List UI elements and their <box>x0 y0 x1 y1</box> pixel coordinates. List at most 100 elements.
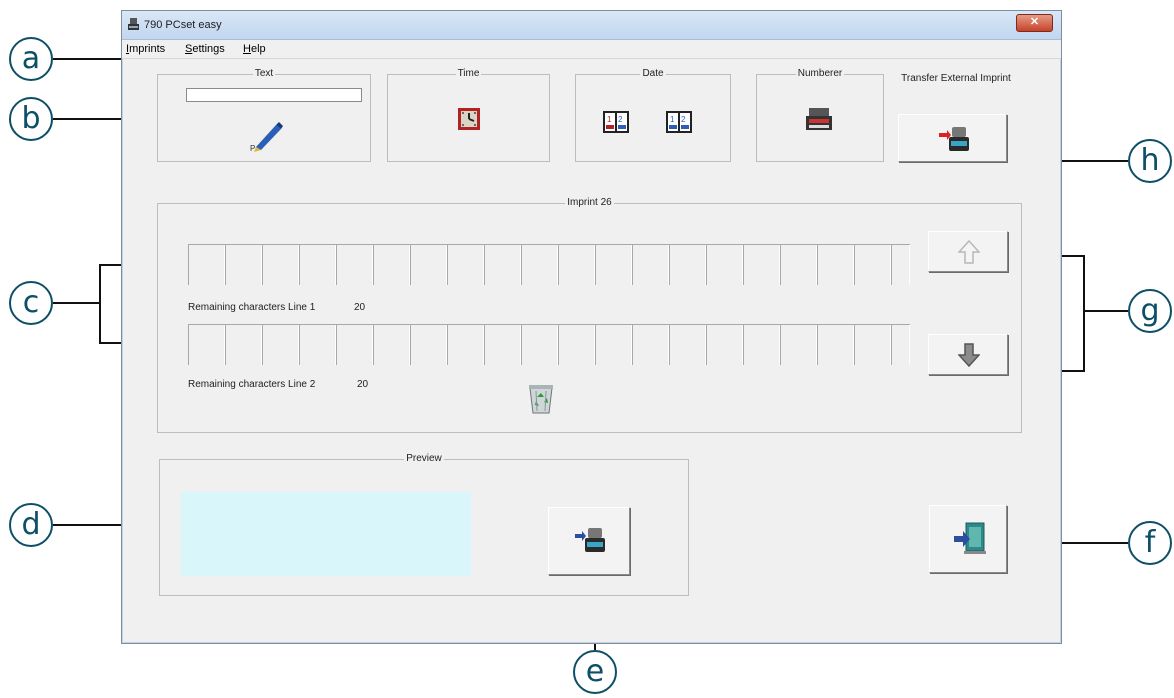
callout-e: e <box>573 650 617 694</box>
svg-text:2: 2 <box>681 115 686 124</box>
arrow-down-icon <box>958 343 980 367</box>
char-cell[interactable] <box>484 325 521 365</box>
numberer-group: Numberer <box>756 68 884 162</box>
menu-settings[interactable]: Settings <box>185 43 225 55</box>
char-cell[interactable] <box>817 245 854 285</box>
char-cell[interactable] <box>188 325 225 365</box>
char-cell[interactable] <box>521 245 558 285</box>
char-cell[interactable] <box>484 245 521 285</box>
char-cell[interactable] <box>336 245 373 285</box>
transfer-label: Transfer External Imprint <box>901 73 1011 84</box>
imprint-line-1[interactable] <box>188 244 910 285</box>
time-group: Time <box>387 68 550 162</box>
char-cell[interactable] <box>854 325 891 365</box>
char-cell[interactable] <box>447 245 484 285</box>
svg-text:1: 1 <box>607 115 612 124</box>
leader-line-c <box>53 302 101 304</box>
char-cell[interactable] <box>817 325 854 365</box>
char-cell[interactable] <box>632 325 669 365</box>
char-cell[interactable] <box>521 325 558 365</box>
callout-b: b <box>9 97 53 141</box>
transfer-external-imprint-button[interactable] <box>898 114 1007 162</box>
callout-f: f <box>1128 521 1172 565</box>
callout-h: h <box>1128 139 1172 183</box>
char-cell[interactable] <box>558 325 595 365</box>
char-cell[interactable] <box>780 245 817 285</box>
char-cell[interactable] <box>188 245 225 285</box>
char-cell[interactable] <box>595 245 632 285</box>
char-cell[interactable] <box>854 245 891 285</box>
remaining-chars-line2-count: 20 <box>357 379 369 390</box>
remaining-chars-line1-count: 20 <box>354 302 366 313</box>
calendar-icon[interactable]: 1 2 <box>666 111 692 133</box>
bracket-g <box>1083 255 1085 372</box>
char-cell[interactable] <box>891 325 910 365</box>
char-cell[interactable] <box>373 325 410 365</box>
char-cell[interactable] <box>299 325 336 365</box>
text-group: Text P <box>157 68 371 162</box>
date-group: Date 1 2 1 2 <box>575 68 731 162</box>
stamp-transfer-icon <box>575 528 605 552</box>
clock-icon[interactable] <box>457 107 481 131</box>
menu-imprints[interactable]: Imprints <box>126 43 165 55</box>
pen-icon[interactable]: P <box>250 119 284 153</box>
callout-d: d <box>9 503 53 547</box>
stamp-icon <box>128 18 139 30</box>
char-cell[interactable] <box>706 325 743 365</box>
char-cell[interactable] <box>410 325 447 365</box>
recycle-bin-icon[interactable] <box>527 382 555 414</box>
transfer-to-stamp-button[interactable] <box>548 507 630 575</box>
char-cell[interactable] <box>669 245 706 285</box>
char-cell[interactable] <box>743 325 780 365</box>
preview-group-label: Preview <box>404 453 444 464</box>
imprint-group: Imprint 26 Remaining characters Line 1 2… <box>157 197 1022 433</box>
char-cell[interactable] <box>373 245 410 285</box>
char-cell[interactable] <box>410 245 447 285</box>
char-cell[interactable] <box>743 245 780 285</box>
char-cell[interactable] <box>780 325 817 365</box>
numberer-icon[interactable] <box>806 106 832 132</box>
imprint-group-label: Imprint 26 <box>565 197 614 208</box>
exit-button[interactable] <box>929 505 1007 573</box>
text-input[interactable] <box>186 88 362 102</box>
callout-c: c <box>9 281 53 325</box>
leader-line-d <box>53 524 126 526</box>
move-down-button[interactable] <box>928 334 1008 375</box>
bracket-c <box>99 264 101 344</box>
char-cell[interactable] <box>225 245 262 285</box>
char-cell[interactable] <box>891 245 910 285</box>
page: { "window": { "title": "790 PCset easy",… <box>0 0 1174 698</box>
callout-a: a <box>9 37 53 81</box>
char-cell[interactable] <box>632 245 669 285</box>
preview-area <box>181 492 471 576</box>
char-cell[interactable] <box>225 325 262 365</box>
calendar-icon[interactable]: 1 2 <box>603 111 629 133</box>
callout-g: g <box>1128 289 1172 333</box>
preview-group: Preview <box>159 453 689 596</box>
exit-door-icon <box>954 522 986 554</box>
text-group-label: Text <box>252 68 276 79</box>
char-cell[interactable] <box>262 245 299 285</box>
char-cell[interactable] <box>706 245 743 285</box>
svg-text:1: 1 <box>670 115 675 124</box>
leader-line-b <box>53 118 126 120</box>
app-window: 790 PCset easy ✕ Imprints Settings Help … <box>121 10 1062 644</box>
move-up-button[interactable] <box>928 231 1008 272</box>
char-cell[interactable] <box>558 245 595 285</box>
menu-bar: Imprints Settings Help <box>122 40 1061 59</box>
char-cell[interactable] <box>336 325 373 365</box>
imprint-line-2[interactable] <box>188 324 910 365</box>
arrow-up-icon <box>958 240 980 264</box>
char-cell[interactable] <box>447 325 484 365</box>
char-cell[interactable] <box>595 325 632 365</box>
char-cell[interactable] <box>669 325 706 365</box>
leader-line-a <box>53 58 127 60</box>
leader-line-g <box>1084 310 1128 312</box>
close-button[interactable]: ✕ <box>1016 14 1053 32</box>
title-bar: 790 PCset easy ✕ <box>122 11 1061 40</box>
char-cell[interactable] <box>262 325 299 365</box>
stamp-transfer-icon <box>939 127 969 151</box>
numberer-group-label: Numberer <box>795 68 845 79</box>
char-cell[interactable] <box>299 245 336 285</box>
menu-help[interactable]: Help <box>243 43 266 55</box>
